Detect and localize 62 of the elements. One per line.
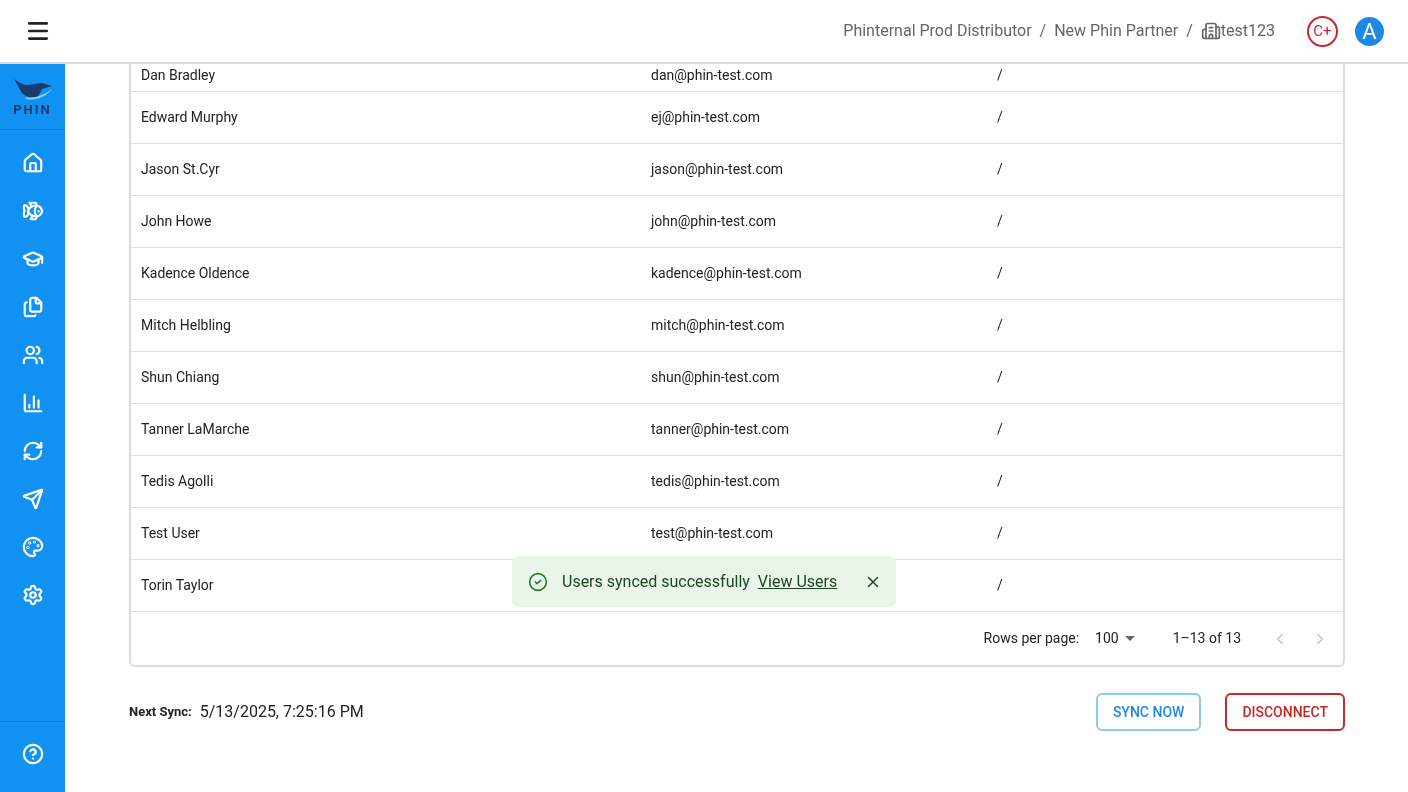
table-cell: John Howe	[141, 213, 212, 229]
table-cell: Edward Murphy	[141, 109, 238, 125]
table-cell: ej@phin-test.com	[651, 109, 760, 125]
table-cell: Kadence Oldence	[141, 265, 250, 281]
rows-per-page-label: Rows per page:	[983, 629, 1080, 648]
user-avatar[interactable]: A	[1355, 16, 1384, 46]
table-cell: Torin Taylor	[141, 577, 214, 593]
table-cell-text: /	[997, 66, 1003, 85]
table-cell: Shun Chiang	[141, 369, 220, 385]
sync-now-button[interactable]: SYNC NOW	[1095, 693, 1202, 731]
next-sync-value: 5/13/2025, 7:25:16 PM	[199, 701, 364, 723]
table-cell-text: /	[997, 108, 1003, 127]
bar-chart-icon	[21, 392, 44, 414]
check-circle-icon	[528, 571, 548, 592]
table-cell-text: /	[997, 264, 1003, 283]
breadcrumb-link[interactable]: New Phin Partner	[1054, 19, 1179, 43]
grade-badge: C+	[1307, 15, 1338, 47]
table-cell-text: /	[997, 316, 1003, 335]
breadcrumb-link[interactable]: test123	[1200, 19, 1275, 43]
table-cell: Mitch Helbling	[141, 317, 231, 333]
users-icon	[21, 344, 44, 366]
table-cell: john@phin-test.com	[651, 213, 776, 229]
disconnect-button[interactable]: DISCONNECT	[1225, 693, 1345, 731]
table-cell: Jason St.Cyr	[141, 161, 220, 177]
breadcrumb-link[interactable]: Phinternal Prod Distributor	[843, 19, 1032, 43]
table-cell: dan@phin-test.com	[651, 67, 773, 83]
table-cell-text: /	[997, 524, 1003, 543]
logo-text: PHIN	[13, 103, 52, 116]
table-cell: Tedis Agolli	[141, 473, 214, 489]
table-cell-text: /	[997, 212, 1003, 231]
table-cell: tanner@phin-test.com	[651, 421, 790, 437]
table-cell: Dan Bradley	[141, 67, 216, 83]
breadcrumb-separator: /	[1039, 20, 1047, 42]
table-cell-text: /	[997, 420, 1003, 439]
table-cell: kadence@phin-test.com	[651, 265, 802, 281]
settings-icon	[21, 584, 44, 606]
home-icon	[21, 152, 44, 174]
table-cell: shun@phin-test.com	[651, 369, 780, 385]
next-sync-label: Next Sync:	[129, 703, 192, 722]
dropdown-arrow-icon	[1124, 636, 1135, 641]
help-icon	[21, 743, 44, 765]
palette-icon	[21, 536, 44, 558]
table-cell: Test User	[141, 525, 200, 541]
files-icon	[21, 296, 44, 318]
send-icon	[21, 488, 44, 510]
breadcrumb-separator: /	[1186, 20, 1193, 42]
sync-icon	[21, 440, 44, 462]
table-cell: jason@phin-test.com	[651, 161, 784, 177]
table-cell: mitch@phin-test.com	[651, 317, 785, 333]
toast-message: Users synced successfully	[562, 570, 750, 593]
table-cell: Tanner LaMarche	[141, 421, 250, 437]
table-cell: test@phin-test.com	[651, 525, 774, 541]
building-icon	[1200, 21, 1221, 41]
pagination-range: 1–13 of 13	[1172, 629, 1241, 648]
table-cell-text: /	[997, 160, 1003, 179]
fish-icon	[21, 200, 44, 222]
table-cell-text: /	[997, 368, 1003, 387]
view-users-link[interactable]: View Users	[757, 569, 838, 594]
table-cell-text: /	[997, 472, 1003, 491]
table-cell: tedis@phin-test.com	[651, 473, 780, 489]
rows-per-page-select[interactable]: 100	[1095, 628, 1135, 649]
table-cell-text: /	[997, 576, 1003, 595]
